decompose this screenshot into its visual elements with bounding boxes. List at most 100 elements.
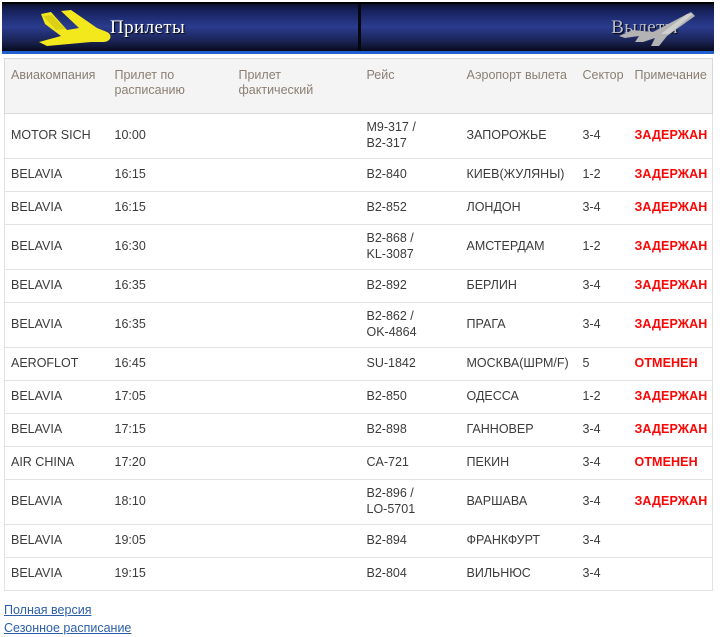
column-header-airport: Аэропорт вылета xyxy=(460,58,577,114)
table-row: AEROFLOT 16:45 SU-1842 МОСКВА(ШРМ/F) 5 ОТМЕНЕ… xyxy=(4,347,713,381)
cell-flight: M9-317 /B2-317 xyxy=(360,113,461,159)
cell-sector: 3-4 xyxy=(576,479,629,525)
cell-actual xyxy=(232,269,361,303)
cell-airport: КИЕВ(ЖУЛЯНЫ) xyxy=(460,158,577,192)
cell-airport: ЛОНДОН xyxy=(460,191,577,225)
cell-flight: B2-840 xyxy=(360,158,461,192)
cell-sector: 3-4 xyxy=(576,524,629,558)
cell-airport: АМСТЕРДАМ xyxy=(460,224,577,270)
cell-actual xyxy=(232,524,361,558)
status-badge: ЗАДЕРЖАН xyxy=(634,494,708,509)
flight-board-tabbar: Прилеты Вылеты xyxy=(2,2,714,54)
plane-landing-icon xyxy=(24,4,124,56)
cell-sector: 3-4 xyxy=(576,269,629,303)
cell-airport: МОСКВА(ШРМ/F) xyxy=(460,347,577,381)
cell-airline: BELAVIA xyxy=(4,158,109,192)
cell-airline: BELAVIA xyxy=(4,479,109,525)
cell-airport: ГАННОВЕР xyxy=(460,413,577,447)
flight-number-line: B2-862 / xyxy=(366,309,414,324)
cell-airport: ОДЕССА xyxy=(460,380,577,414)
cell-airline: AIR CHINA xyxy=(4,446,109,480)
cell-sector: 1-2 xyxy=(576,224,629,270)
cell-flight: B2-804 xyxy=(360,557,461,591)
flight-number-line: KL-3087 xyxy=(366,247,414,261)
table-row: BELAVIA 16:35 B2-862 /OK-4864 ПРАГА 3-4 ЗАДЕР… xyxy=(4,302,713,348)
cell-sector: 3-4 xyxy=(576,113,629,159)
cell-actual xyxy=(232,224,361,270)
cell-airport: ВИЛЬНЮС xyxy=(460,557,577,591)
cell-actual xyxy=(232,347,361,381)
cell-actual xyxy=(232,158,361,192)
table-row: BELAVIA 16:35 B2-892 БЕРЛИН 3-4 ЗАДЕРЖАН xyxy=(4,269,713,303)
tab-arrivals-label: Прилеты xyxy=(110,16,186,38)
table-header-row: Авиакомпания Прилет по расписанию Прилет… xyxy=(4,58,713,114)
status-badge: ОТМЕНЕН xyxy=(634,356,698,371)
cell-note: ЗАДЕРЖАН xyxy=(628,224,713,270)
cell-flight: B2-868 /KL-3087 xyxy=(360,224,461,270)
cell-airport: ПРАГА xyxy=(460,302,577,348)
cell-flight: B2-862 /OK-4864 xyxy=(360,302,461,348)
table-row: BELAVIA 17:15 B2-898 ГАННОВЕР 3-4 ЗАДЕРЖАН xyxy=(4,413,713,447)
cell-actual xyxy=(232,557,361,591)
status-badge: ОТМЕНЕН xyxy=(634,455,698,470)
link-full-version[interactable]: Полная версия xyxy=(4,601,91,619)
cell-sector: 3-4 xyxy=(576,413,629,447)
cell-note: ЗАДЕРЖАН xyxy=(628,269,713,303)
cell-airline: BELAVIA xyxy=(4,224,109,270)
table-row: BELAVIA 16:15 B2-852 ЛОНДОН 3-4 ЗАДЕРЖАН xyxy=(4,191,713,225)
cell-scheduled: 19:05 xyxy=(108,524,233,558)
cell-note: ЗАДЕРЖАН xyxy=(628,479,713,525)
cell-sector: 5 xyxy=(576,347,629,381)
column-header-actual: Прилет фактический xyxy=(232,58,361,114)
cell-flight: B2-850 xyxy=(360,380,461,414)
flight-number-line: LO-5701 xyxy=(366,502,416,516)
column-header-scheduled: Прилет по расписанию xyxy=(108,58,233,114)
link-seasonal-schedule[interactable]: Сезонное расписание xyxy=(4,619,131,637)
cell-note xyxy=(628,524,713,558)
table-row: BELAVIA 18:10 B2-896 /LO-5701 ВАРШАВА 3-4 ЗАД… xyxy=(4,479,713,525)
cell-scheduled: 16:15 xyxy=(108,191,233,225)
cell-actual xyxy=(232,113,361,159)
cell-airline: BELAVIA xyxy=(4,557,109,591)
cell-airline: BELAVIA xyxy=(4,413,109,447)
table-row: BELAVIA 19:05 B2-894 ФРАНКФУРТ 3-4 xyxy=(4,524,713,558)
cell-actual xyxy=(232,380,361,414)
cell-scheduled: 16:45 xyxy=(108,347,233,381)
cell-scheduled: 17:20 xyxy=(108,446,233,480)
arrivals-table: Авиакомпания Прилет по расписанию Прилет… xyxy=(4,58,713,591)
cell-flight: B2-894 xyxy=(360,524,461,558)
column-header-sector: Сектор xyxy=(576,58,629,114)
table-row: BELAVIA 16:30 B2-868 /KL-3087 АМСТЕРДАМ 1-2 З… xyxy=(4,224,713,270)
status-badge: ЗАДЕРЖАН xyxy=(634,200,708,215)
cell-sector: 1-2 xyxy=(576,380,629,414)
table-row: BELAVIA 19:15 B2-804 ВИЛЬНЮС 3-4 xyxy=(4,557,713,591)
cell-note: ЗАДЕРЖАН xyxy=(628,302,713,348)
table-row: BELAVIA 17:05 B2-850 ОДЕССА 1-2 ЗАДЕРЖАН xyxy=(4,380,713,414)
cell-scheduled: 10:00 xyxy=(108,113,233,159)
cell-flight: B2-896 /LO-5701 xyxy=(360,479,461,525)
tab-departures[interactable]: Вылеты xyxy=(358,4,714,51)
cell-note: ЗАДЕРЖАН xyxy=(628,413,713,447)
table-body: MOTOR SICH 10:00 M9-317 /B2-317 ЗАПОРОЖЬЕ 3-… xyxy=(4,113,713,591)
flight-number-line: B2-868 / xyxy=(366,231,414,246)
cell-scheduled: 19:15 xyxy=(108,557,233,591)
cell-actual xyxy=(232,446,361,480)
cell-sector: 3-4 xyxy=(576,446,629,480)
cell-sector: 1-2 xyxy=(576,158,629,192)
status-badge: ЗАДЕРЖАН xyxy=(634,167,708,182)
cell-sector: 3-4 xyxy=(576,557,629,591)
status-badge: ЗАДЕРЖАН xyxy=(634,422,708,437)
table-row: MOTOR SICH 10:00 M9-317 /B2-317 ЗАПОРОЖЬЕ 3-… xyxy=(4,113,713,159)
table-row: AIR CHINA 17:20 CA-721 ПЕКИН 3-4 ОТМЕНЕН xyxy=(4,446,713,480)
flight-number-line: M9-317 / xyxy=(366,120,416,135)
flight-number-line: OK-4864 xyxy=(366,325,417,339)
cell-flight: SU-1842 xyxy=(360,347,461,381)
cell-airline: BELAVIA xyxy=(4,191,109,225)
column-header-note: Примечание xyxy=(628,58,713,114)
cell-flight: B2-852 xyxy=(360,191,461,225)
tab-arrivals[interactable]: Прилеты xyxy=(2,4,358,51)
status-badge: ЗАДЕРЖАН xyxy=(634,239,708,254)
cell-scheduled: 16:35 xyxy=(108,302,233,348)
cell-airport: БЕРЛИН xyxy=(460,269,577,303)
cell-actual xyxy=(232,302,361,348)
